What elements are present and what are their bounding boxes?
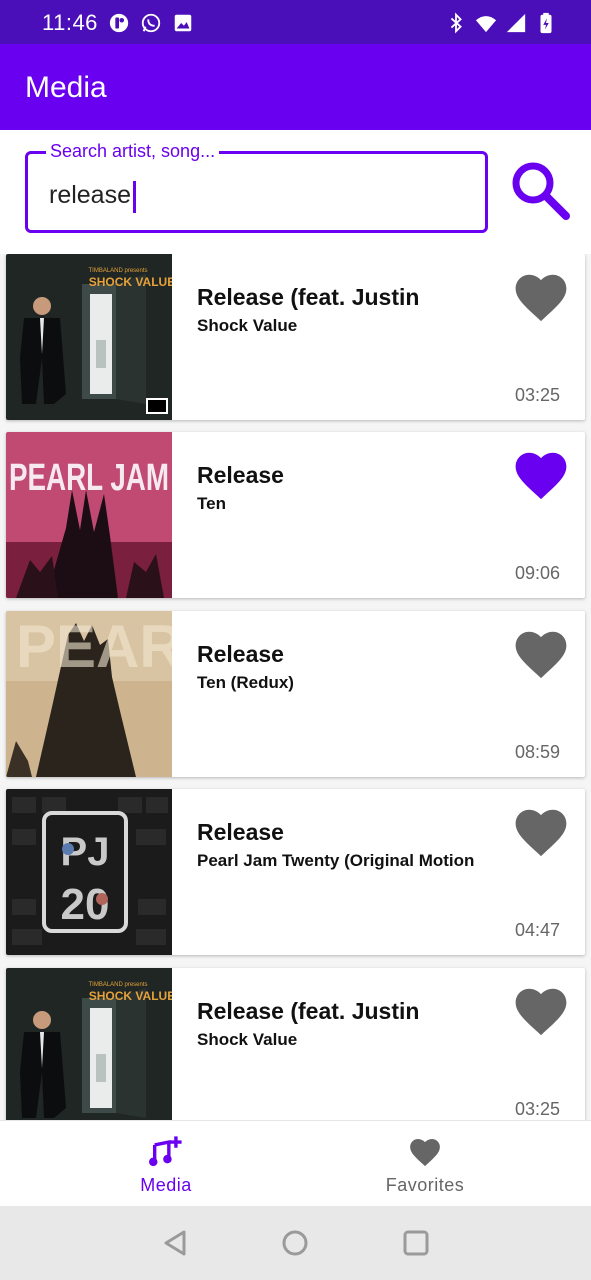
song-title: Release	[197, 462, 284, 488]
song-album: Ten (Redux)	[197, 673, 294, 692]
svg-text:TIMBALAND presents: TIMBALAND presents	[88, 982, 147, 988]
status-notification-icons	[108, 12, 194, 34]
song-card[interactable]: PEARL JAM Release Ten 09:06	[6, 432, 585, 598]
song-duration: 03:25	[514, 385, 560, 405]
heart-icon[interactable]	[512, 984, 570, 1038]
song-title: Release (feat. Justin	[197, 284, 420, 310]
whatsapp-icon	[141, 13, 161, 33]
image-icon	[174, 14, 192, 32]
status-bar: 11:46	[0, 0, 591, 44]
svg-text:SHOCK VALUE: SHOCK VALUE	[89, 989, 172, 1003]
system-navigation-bar	[0, 1206, 591, 1280]
search-area: Search artist, song...	[0, 130, 591, 254]
search-icon[interactable]	[508, 158, 574, 224]
song-title: Release	[197, 819, 284, 845]
bluetooth-icon	[450, 12, 462, 34]
song-card[interactable]: PEAR Release Ten (Redux) 08:59	[6, 611, 585, 777]
recents-icon[interactable]	[401, 1228, 431, 1258]
heart-icon[interactable]	[512, 627, 570, 681]
status-system-icons	[445, 12, 557, 34]
nav-item-favorites[interactable]: Favorites	[345, 1121, 505, 1207]
song-album: Pearl Jam Twenty (Original Motion	[197, 851, 475, 870]
back-icon[interactable]	[160, 1228, 190, 1258]
svg-text:PEAR: PEAR	[16, 613, 172, 680]
song-card[interactable]: TIMBALAND presents SHOCK VALUE Release (…	[6, 968, 585, 1120]
svg-text:PEARL JAM: PEARL JAM	[9, 457, 169, 499]
nav-label-media: Media	[140, 1175, 192, 1195]
wifi-icon	[475, 16, 497, 33]
song-album: Ten	[197, 494, 226, 513]
bottom-navigation: Media Favorites	[0, 1120, 591, 1207]
song-card[interactable]: PJ 20 Release Pearl Jam Twenty (Original…	[6, 789, 585, 955]
song-duration: 09:06	[514, 563, 560, 583]
song-duration: 08:59	[514, 742, 560, 762]
battery-icon	[540, 12, 552, 34]
nav-item-media[interactable]: Media	[86, 1121, 246, 1207]
song-card[interactable]: TIMBALAND presents SHOCK VALUE Release (…	[6, 254, 585, 420]
home-icon[interactable]	[280, 1228, 310, 1258]
song-album: Shock Value	[197, 1030, 298, 1049]
heart-icon[interactable]	[512, 270, 570, 324]
nav-label-favorites: Favorites	[385, 1175, 465, 1195]
song-title: Release (feat. Justin	[197, 998, 420, 1024]
search-input[interactable]	[49, 180, 449, 210]
text-cursor	[132, 181, 136, 213]
song-duration: 04:47	[514, 920, 560, 940]
status-time: 11:46	[42, 10, 98, 35]
app-title: Media	[25, 71, 107, 104]
song-album: Shock Value	[197, 316, 298, 335]
search-label: Search artist, song...	[46, 141, 220, 162]
shock-value-cover: TIMBALAND presents SHOCK VALUE	[6, 254, 172, 420]
heart-icon[interactable]	[512, 448, 570, 502]
music-note-add-icon	[149, 1136, 182, 1167]
shock-value-cover: TIMBALAND presents SHOCK VALUE	[6, 968, 172, 1120]
song-list[interactable]: TIMBALAND presents SHOCK VALUE Release (…	[0, 254, 591, 1120]
app-bar: Media	[0, 44, 591, 130]
pearl-jam-ten-cover: PEARL JAM	[6, 432, 172, 598]
signal-icon	[506, 13, 526, 33]
svg-text:SHOCK VALUE: SHOCK VALUE	[89, 275, 172, 289]
pearl-jam-ten-redux-cover: PEAR	[6, 611, 172, 777]
app-notification-icon	[109, 13, 129, 33]
song-title: Release	[197, 641, 284, 667]
song-duration: 03:25	[514, 1099, 560, 1119]
search-field[interactable]: Search artist, song...	[25, 141, 488, 233]
heart-icon	[410, 1138, 440, 1167]
heart-icon[interactable]	[512, 805, 570, 859]
pearl-jam-twenty-cover: PJ 20	[6, 789, 172, 955]
svg-text:TIMBALAND presents: TIMBALAND presents	[88, 268, 147, 274]
